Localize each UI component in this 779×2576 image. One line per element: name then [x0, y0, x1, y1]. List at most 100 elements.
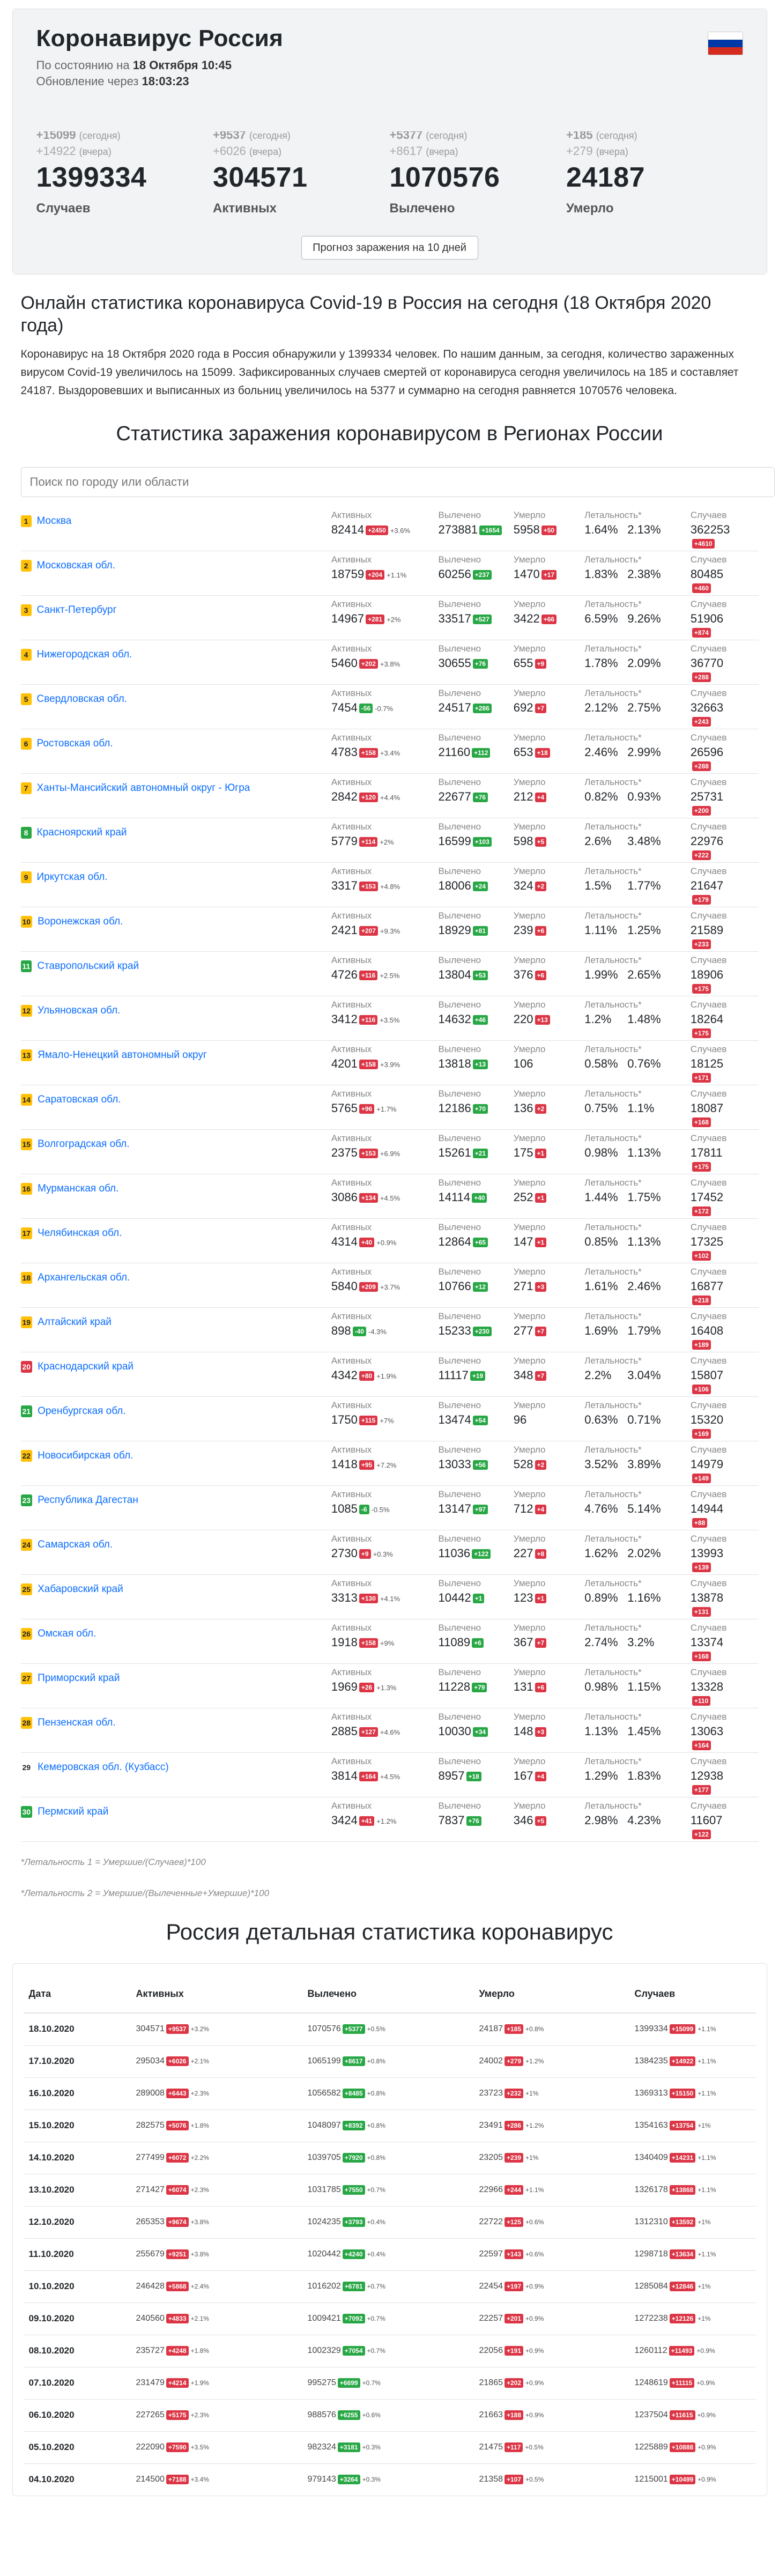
region-lethality-2: 1.75% — [627, 1190, 661, 1204]
region-link[interactable]: Воронежская обл. — [38, 916, 123, 928]
region-active-delta: +209 — [359, 1282, 378, 1292]
region-link[interactable]: Хабаровский край — [38, 1583, 123, 1595]
region-active-value: 1969 +26 +1.3% — [331, 1680, 439, 1694]
region-recovered-label: Вылечено — [438, 777, 481, 787]
col-cases: Случаев — [629, 1978, 756, 2014]
region-cases-label: Случаев — [690, 821, 727, 832]
detail-died-delta: +143 — [505, 2249, 524, 2259]
region-lethality-label: Летальность* — [584, 1489, 642, 1499]
detail-title: Россия детальная статистика коронавирус — [166, 1919, 613, 1944]
detail-recovered-percent: +0.7% — [367, 2282, 385, 2290]
stat-block: +5377 (сегодня) +8617 (вчера) 1070576 Вылеч… — [390, 128, 567, 216]
region-link[interactable]: Ямало-Ненецкий автономный округ — [38, 1049, 207, 1061]
region-lethality-label: Летальность* — [584, 1222, 642, 1232]
detail-date: 11.10.2020 — [23, 2238, 131, 2270]
region-link[interactable]: Республика Дагестан — [38, 1494, 138, 1506]
region-link[interactable]: Ульяновская обл. — [38, 1005, 120, 1017]
region-recovered-number: 7837 — [438, 1813, 465, 1827]
region-recovered-col: Вылечено 12864 +65 — [439, 1222, 514, 1263]
region-recovered-number: 10766 — [438, 1279, 471, 1293]
region-name-cell: 27 Приморский край — [20, 1667, 331, 1708]
region-link[interactable]: Московская обл. — [37, 560, 115, 572]
region-search-input[interactable] — [20, 467, 775, 497]
region-died-col: Умерло 655 +9 — [514, 643, 584, 684]
region-link[interactable]: Краснодарский край — [38, 1361, 133, 1373]
region-link[interactable]: Санкт-Петербург — [37, 604, 117, 616]
stat-yesterday: +279 (вчера) — [566, 144, 743, 158]
region-rank-badge: 16 — [20, 1183, 33, 1195]
region-link[interactable]: Омская обл. — [38, 1628, 96, 1640]
region-link[interactable]: Ставропольский край — [37, 960, 139, 972]
region-lethality-label: Летальность* — [584, 911, 642, 921]
region-link[interactable]: Архангельская обл. — [38, 1272, 130, 1284]
region-recovered-label: Вылечено — [438, 1000, 481, 1010]
detail-cases-value: 1298718 — [634, 2249, 668, 2259]
region-link[interactable]: Свердловская обл. — [37, 693, 127, 705]
detail-cases-delta: +15150 — [669, 2088, 696, 2098]
region-active-label: Активных — [331, 1578, 372, 1588]
detail-recovered-delta: +7092 — [342, 2313, 365, 2323]
region-cases-label: Случаев — [690, 554, 727, 565]
region-cases-delta: +222 — [692, 850, 711, 860]
detail-cases-delta: +12846 — [669, 2281, 696, 2291]
region-link[interactable]: Самарская обл. — [38, 1539, 113, 1551]
region-rank-badge: 6 — [20, 738, 32, 750]
region-rank-badge: 8 — [20, 827, 32, 839]
region-recovered-col: Вылечено 22677 +76 — [439, 777, 514, 818]
region-row: 20 Краснодарский край Активных 4342 +80 +1.9%… — [20, 1352, 759, 1397]
region-link[interactable]: Челябинская обл. — [38, 1227, 122, 1239]
region-link[interactable]: Приморский край — [38, 1672, 120, 1684]
region-cases-label: Случаев — [690, 1623, 727, 1633]
region-link[interactable]: Москва — [37, 515, 72, 527]
region-link[interactable]: Красноярский край — [37, 827, 127, 839]
region-link[interactable]: Нижегородская обл. — [37, 649, 132, 661]
region-active-delta: +96 — [359, 1104, 375, 1114]
region-active-col: Активных 1750 +115 +7% — [331, 1400, 439, 1441]
region-cases-number: 18087 — [690, 1101, 724, 1115]
region-lethality-label: Летальность* — [584, 688, 642, 698]
region-recovered-col: Вылечено 11117 +19 — [439, 1356, 514, 1396]
region-rank-badge: 20 — [20, 1361, 33, 1373]
region-cases-delta: +874 — [692, 627, 711, 638]
region-lethality-value: 1.83% 2.38% — [584, 567, 691, 581]
region-link[interactable]: Новосибирская обл. — [38, 1450, 133, 1462]
region-link[interactable]: Оренбургская обл. — [38, 1405, 126, 1417]
region-link[interactable]: Волгоградская обл. — [38, 1138, 129, 1150]
region-died-number: 5958 — [513, 523, 540, 536]
region-died-number: 376 — [513, 968, 533, 981]
detail-recovered-percent: +0.3% — [362, 2476, 381, 2484]
region-recovered-label: Вылечено — [438, 510, 481, 520]
forecast-button[interactable]: Прогноз заражения на 10 дней — [301, 236, 478, 260]
region-link[interactable]: Пермский край — [38, 1806, 108, 1818]
region-link[interactable]: Саратовская обл. — [38, 1094, 121, 1106]
region-died-col: Умерло 148 +3 — [514, 1712, 584, 1752]
detail-active-delta: +9674 — [166, 2217, 189, 2227]
region-active-col: Активных 2885 +127 +4.6% — [331, 1712, 439, 1752]
detail-died-delta: +125 — [505, 2217, 524, 2227]
region-link[interactable]: Алтайский край — [38, 1316, 112, 1328]
detail-recovered-value: 1009421 — [307, 2314, 341, 2323]
detail-recovered-delta: +8485 — [342, 2088, 365, 2098]
region-recovered-number: 18006 — [438, 879, 471, 892]
region-active-number: 4726 — [331, 968, 358, 981]
region-link[interactable]: Ростовская обл. — [37, 738, 113, 750]
detail-recovered-value: 1039705 — [307, 2153, 341, 2163]
region-cases-number: 13374 — [690, 1635, 724, 1649]
region-active-value: 2730 +9 +0.3% — [331, 1546, 439, 1560]
region-link[interactable]: Мурманская обл. — [38, 1183, 118, 1195]
region-active-value: 2375 +153 +6.9% — [331, 1146, 439, 1160]
region-active-number: 3086 — [331, 1190, 358, 1204]
region-cases-label: Случаев — [690, 599, 727, 609]
region-died-delta: +7 — [535, 704, 547, 714]
region-died-label: Умерло — [513, 643, 546, 654]
region-link[interactable]: Пензенская обл. — [38, 1717, 116, 1729]
region-active-percent: +2.5% — [380, 971, 400, 980]
region-link[interactable]: Ханты-Мансийский автономный округ - Югра — [37, 782, 250, 794]
region-name-cell: 14 Саратовская обл. — [20, 1089, 331, 1129]
region-link[interactable]: Кемеровская обл. (Кузбасс) — [38, 1761, 169, 1773]
region-cases-col: Случаев 362253 +4610 — [691, 510, 759, 551]
region-recovered-delta: +53 — [472, 971, 488, 981]
region-lethality-2: 2.09% — [627, 656, 661, 670]
detail-cases-percent: +1.1% — [698, 2089, 716, 2097]
region-link[interactable]: Иркутская обл. — [37, 871, 108, 883]
